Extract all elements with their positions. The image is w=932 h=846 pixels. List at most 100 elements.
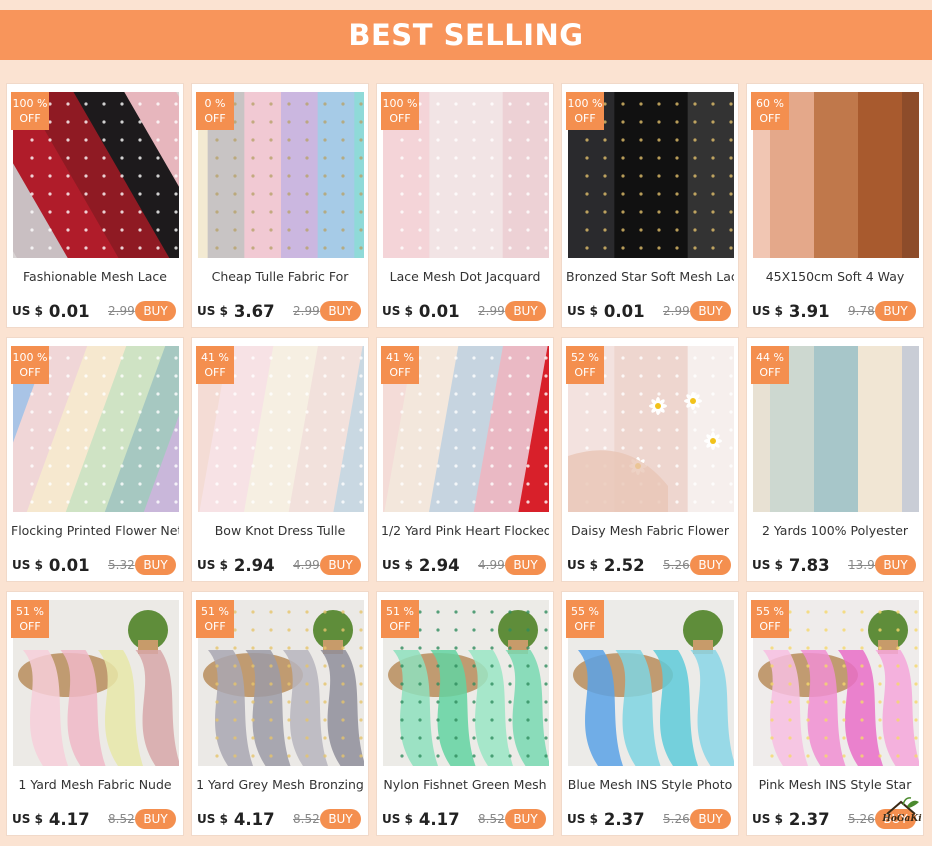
- currency-label: US $: [197, 304, 228, 318]
- price-row: US $ 3.91 9.78 BUY: [752, 300, 919, 322]
- product-title[interactable]: Flocking Printed Flower Net: [11, 523, 179, 538]
- original-price: 5.26: [663, 558, 690, 572]
- product-title[interactable]: Cheap Tulle Fabric For: [196, 269, 364, 284]
- product-title[interactable]: Blue Mesh INS Style Photo: [566, 777, 734, 792]
- product-card[interactable]: 100 % OFF Lace Mesh Dot Jacquard US $ 0.…: [376, 83, 554, 328]
- original-price: 5.32: [108, 558, 135, 572]
- product-title[interactable]: Lace Mesh Dot Jacquard: [381, 269, 549, 284]
- price-row: US $ 3.67 2.99 BUY: [197, 300, 364, 322]
- buy-button[interactable]: BUY: [320, 555, 361, 575]
- product-title[interactable]: Nylon Fishnet Green Mesh: [381, 777, 549, 792]
- sale-price: 2.52: [603, 555, 645, 575]
- discount-off-label: OFF: [574, 112, 596, 125]
- sale-price: 2.94: [418, 555, 460, 575]
- product-card[interactable]: 52 % OFF Daisy Mesh Fabric Flower US $ 2…: [561, 337, 739, 582]
- sale-price: 2.94: [233, 555, 275, 575]
- buy-button[interactable]: BUY: [875, 555, 916, 575]
- product-card[interactable]: 100 % OFF Bronzed Star Soft Mesh Lace US…: [561, 83, 739, 328]
- product-card[interactable]: 100 % OFF Fashionable Mesh Lace US $ 0.0…: [6, 83, 184, 328]
- buy-button[interactable]: BUY: [505, 809, 546, 829]
- buy-button[interactable]: BUY: [690, 301, 731, 321]
- price-row: US $ 0.01 2.99 BUY: [382, 300, 549, 322]
- currency-label: US $: [567, 304, 598, 318]
- buy-button[interactable]: BUY: [320, 301, 361, 321]
- discount-percent: 0 %: [204, 97, 226, 110]
- product-card[interactable]: 41 % OFF Bow Knot Dress Tulle US $ 2.94 …: [191, 337, 369, 582]
- product-title[interactable]: 1 Yard Mesh Fabric Nude: [11, 777, 179, 792]
- product-title[interactable]: Bronzed Star Soft Mesh Lace: [566, 269, 734, 284]
- product-card[interactable]: 55 % OFF Blue Mesh INS Style Photo US $ …: [561, 591, 739, 836]
- discount-off-label: OFF: [19, 366, 41, 379]
- price-row: US $ 2.94 4.99 BUY: [382, 554, 549, 576]
- original-price: 4.99: [293, 558, 320, 572]
- banner-title: BEST SELLING: [348, 18, 584, 52]
- sale-price: 0.01: [418, 301, 460, 321]
- discount-off-label: OFF: [574, 620, 596, 633]
- product-card[interactable]: 51 % OFF 1 Yard Mesh Fabric Nude US $ 4.…: [6, 591, 184, 836]
- price-row: US $ 0.01 5.32 BUY: [12, 554, 179, 576]
- product-card[interactable]: 51 % OFF Nylon Fishnet Green Mesh US $ 4…: [376, 591, 554, 836]
- buy-button[interactable]: BUY: [690, 555, 731, 575]
- product-card[interactable]: 51 % OFF 1 Yard Grey Mesh Bronzing US $ …: [191, 591, 369, 836]
- sale-price: 2.37: [788, 809, 830, 829]
- currency-label: US $: [752, 304, 783, 318]
- sale-price: 0.01: [48, 301, 90, 321]
- discount-off-label: OFF: [204, 366, 226, 379]
- currency-label: US $: [12, 558, 43, 572]
- product-card[interactable]: 0 % OFF Cheap Tulle Fabric For US $ 3.67…: [191, 83, 369, 328]
- discount-badge: 41 % OFF: [381, 346, 419, 384]
- sale-price: 3.91: [788, 301, 830, 321]
- product-title[interactable]: Bow Knot Dress Tulle: [196, 523, 364, 538]
- buy-button[interactable]: BUY: [875, 301, 916, 321]
- discount-badge: 55 % OFF: [751, 600, 789, 638]
- discount-off-label: OFF: [19, 620, 41, 633]
- product-title[interactable]: Pink Mesh INS Style Star: [751, 777, 919, 792]
- sale-price: 0.01: [603, 301, 645, 321]
- price-row: US $ 7.83 13.99 BUY: [752, 554, 919, 576]
- buy-button[interactable]: BUY: [505, 301, 546, 321]
- original-price: 4.99: [478, 558, 505, 572]
- sale-price: 4.17: [233, 809, 275, 829]
- product-card[interactable]: 60 % OFF 45X150cm Soft 4 Way US $ 3.91 9…: [746, 83, 924, 328]
- discount-percent: 41 %: [201, 351, 229, 364]
- sale-price: 7.83: [788, 555, 830, 575]
- product-title[interactable]: Daisy Mesh Fabric Flower: [566, 523, 734, 538]
- discount-off-label: OFF: [574, 366, 596, 379]
- price-row: US $ 4.17 8.52 BUY: [382, 808, 549, 830]
- discount-badge: 51 % OFF: [381, 600, 419, 638]
- product-title[interactable]: 1 Yard Grey Mesh Bronzing: [196, 777, 364, 792]
- buy-button[interactable]: BUY: [135, 301, 176, 321]
- currency-label: US $: [12, 304, 43, 318]
- brand-logo: HoGaKi: [873, 796, 929, 830]
- price-row: US $ 0.01 2.99 BUY: [12, 300, 179, 322]
- discount-percent: 55 %: [571, 605, 599, 618]
- discount-badge: 100 % OFF: [381, 92, 419, 130]
- buy-button[interactable]: BUY: [135, 555, 176, 575]
- currency-label: US $: [197, 812, 228, 826]
- currency-label: US $: [197, 558, 228, 572]
- buy-button[interactable]: BUY: [690, 809, 731, 829]
- product-title[interactable]: Fashionable Mesh Lace: [11, 269, 179, 284]
- buy-button[interactable]: BUY: [320, 809, 361, 829]
- discount-percent: 51 %: [201, 605, 229, 618]
- original-price: 2.99: [293, 304, 320, 318]
- product-card[interactable]: 44 % OFF 2 Yards 100% Polyester US $ 7.8…: [746, 337, 924, 582]
- currency-label: US $: [752, 558, 783, 572]
- product-title[interactable]: 45X150cm Soft 4 Way: [751, 269, 919, 284]
- discount-percent: 41 %: [386, 351, 414, 364]
- buy-button[interactable]: BUY: [135, 809, 176, 829]
- original-price: 8.52: [293, 812, 320, 826]
- currency-label: US $: [567, 812, 598, 826]
- product-card[interactable]: 100 % OFF Flocking Printed Flower Net US…: [6, 337, 184, 582]
- discount-badge: 100 % OFF: [11, 346, 49, 384]
- product-card[interactable]: 41 % OFF 1/2 Yard Pink Heart Flocked US …: [376, 337, 554, 582]
- buy-button[interactable]: BUY: [505, 555, 546, 575]
- original-price: 2.99: [478, 304, 505, 318]
- product-title[interactable]: 2 Yards 100% Polyester: [751, 523, 919, 538]
- sale-price: 3.67: [233, 301, 275, 321]
- product-title[interactable]: 1/2 Yard Pink Heart Flocked: [381, 523, 549, 538]
- discount-off-label: OFF: [19, 112, 41, 125]
- currency-label: US $: [382, 304, 413, 318]
- currency-label: US $: [382, 812, 413, 826]
- original-price: 2.99: [663, 304, 690, 318]
